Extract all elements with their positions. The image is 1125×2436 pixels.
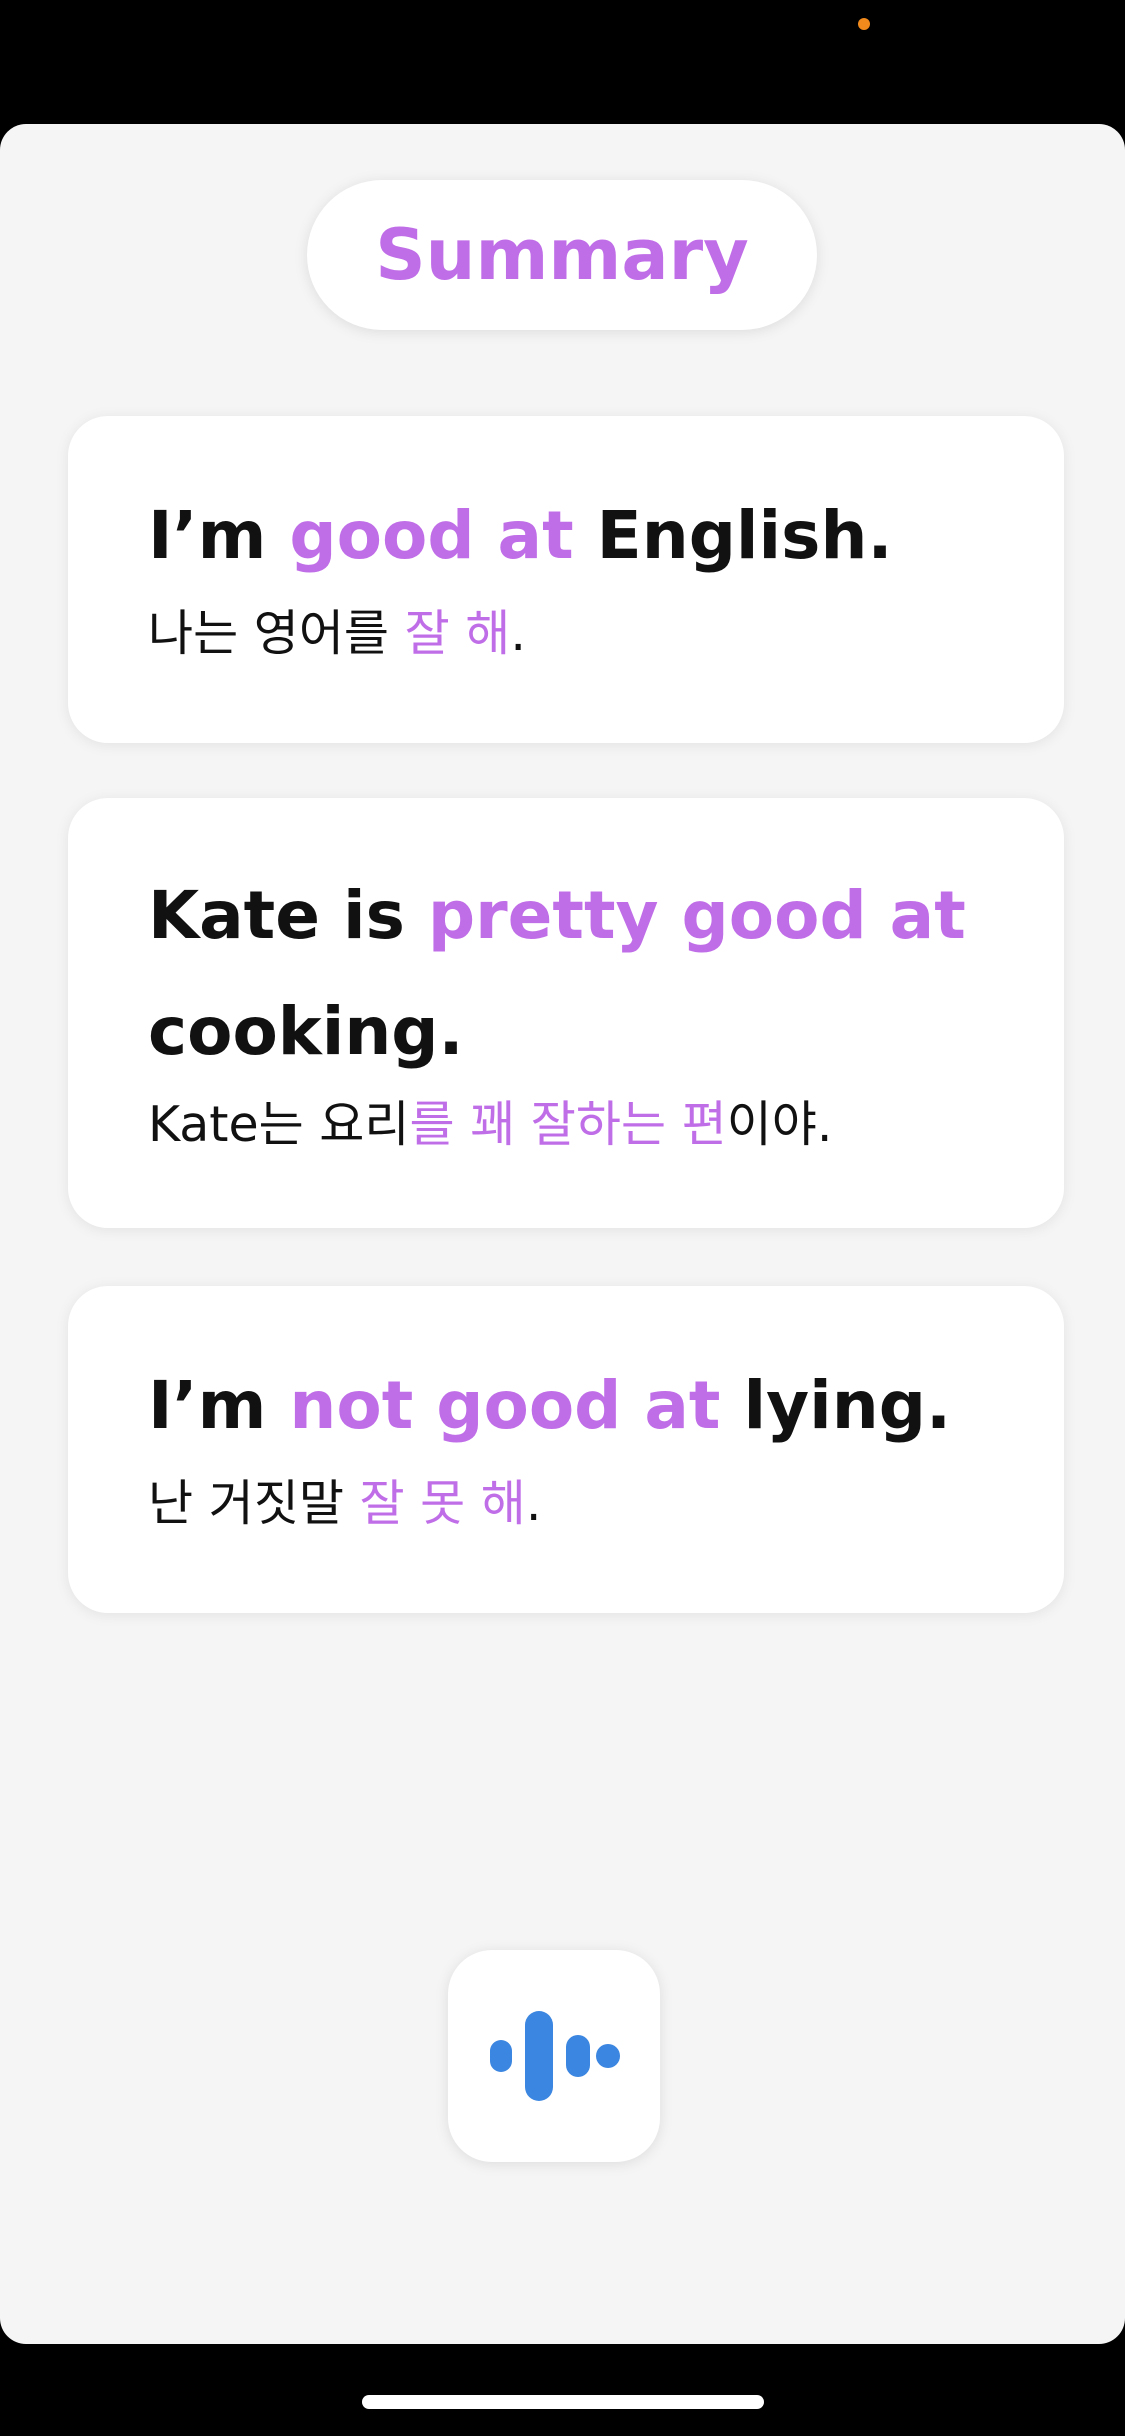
- translation-text: .: [525, 1475, 542, 1533]
- translation-text: 나는 영어를: [148, 605, 405, 663]
- home-indicator[interactable]: [362, 2395, 764, 2409]
- sentence-text: I’m: [148, 497, 290, 574]
- highlighted-phrase: pretty good at: [427, 877, 966, 954]
- phrase-card: Kate is pretty good at cooking. Kate는 요리…: [68, 798, 1064, 1228]
- summary-title: Summary: [307, 180, 817, 330]
- translation-text: .: [510, 605, 526, 663]
- sentence-text: Kate is: [148, 877, 428, 954]
- korean-translation: Kate는 요리를 꽤 잘하는 편이야.: [148, 1096, 1004, 1155]
- voice-wave-icon: [490, 2011, 620, 2101]
- translation-text: Kate는 요리: [148, 1096, 410, 1153]
- highlighted-translation: 잘 못 해: [359, 1475, 526, 1533]
- highlighted-phrase: good at: [289, 497, 574, 574]
- highlighted-translation: 를 꽤 잘하는 편: [409, 1096, 727, 1153]
- sentence-text: lying.: [720, 1367, 952, 1444]
- voice-record-button[interactable]: [448, 1950, 660, 2162]
- phrase-card: I’m not good at lying. 난 거짓말 잘 못 해.: [68, 1286, 1064, 1613]
- translation-text: 이야.: [726, 1096, 833, 1153]
- english-sentence: Kate is pretty good at cooking.: [148, 858, 1004, 1090]
- phrase-card: I’m good at English. 나는 영어를 잘 해.: [68, 416, 1064, 743]
- sentence-text: I’m: [148, 1367, 290, 1444]
- sentence-text: cooking.: [148, 993, 464, 1070]
- translation-text: 난 거짓말: [148, 1475, 360, 1533]
- highlighted-phrase: not good at: [289, 1367, 721, 1444]
- summary-title-label: Summary: [375, 214, 749, 296]
- sentence-text: English.: [573, 497, 893, 574]
- english-sentence: I’m good at English.: [148, 496, 1004, 575]
- korean-translation: 나는 영어를 잘 해.: [148, 605, 1004, 664]
- highlighted-translation: 잘 해: [404, 605, 511, 663]
- status-indicator-dot: [858, 18, 870, 30]
- english-sentence: I’m not good at lying.: [148, 1366, 1004, 1445]
- korean-translation: 난 거짓말 잘 못 해.: [148, 1475, 1004, 1534]
